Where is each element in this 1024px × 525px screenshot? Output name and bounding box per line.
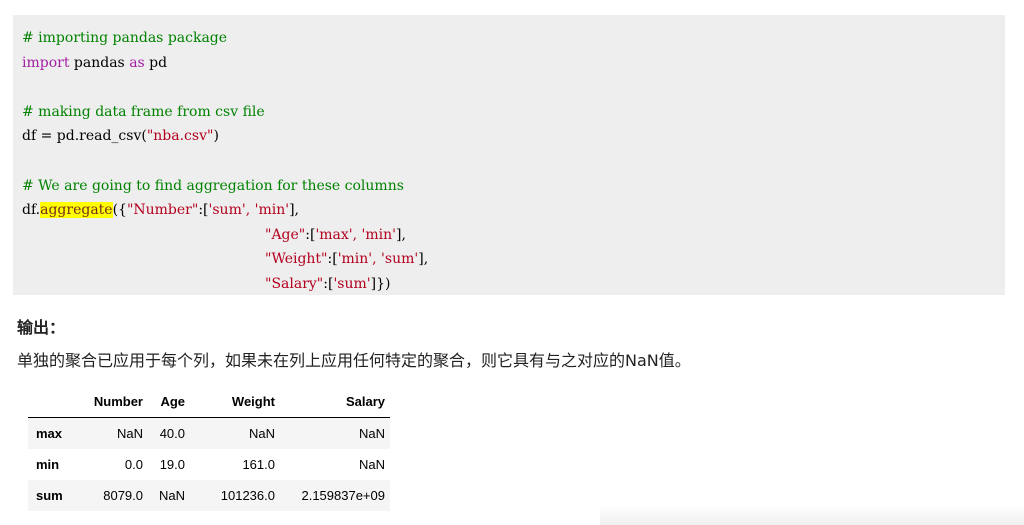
code-agg-open: ({ [112,202,127,219]
code-sep: :[ [323,275,334,292]
output-description: 单独的聚合已应用于每个列，如果未在列上应用任何特定的聚合，则它具有与之对应的Na… [17,351,691,370]
code-string: "Salary" [265,275,324,292]
row-index: max [36,426,63,441]
code-sep: :[ [305,226,316,243]
code-string: "Weight" [265,251,328,268]
code-keyword-as: as [129,54,145,71]
row-index: sum [36,488,63,503]
code-line-8: df.aggregate({"Number":['sum', 'min'], [22,198,1005,223]
code-method-highlight: aggregate [40,202,113,219]
code-string: 'max', 'min' [315,226,397,243]
table-header-weight: Weight [190,386,280,418]
code-line-11: "Salary":['sum']}) [22,272,1005,297]
cell-number: NaN [116,426,143,441]
code-read-prefix: df = pd.read_csv( [22,128,147,145]
cell-salary: 2.159837e+09 [301,488,385,503]
output-heading: 输出： [17,318,66,337]
code-comment: # making data frame from csv file [22,103,265,120]
code-line-10: "Weight":['min', 'sum'], [22,247,1005,272]
code-alias: pd [144,54,168,71]
cell-salary: NaN [358,426,385,441]
bottom-fade [600,505,1024,525]
code-end: ], [418,251,429,268]
row-index: min [36,457,60,472]
code-string: 'sum', 'min' [208,202,290,219]
code-string: "Age" [265,226,306,243]
code-comment: # We are going to find aggregation for t… [22,177,404,194]
table-header-index [28,386,83,418]
table-row: sum 8079.0 NaN 101236.0 2.159837e+09 [28,480,390,511]
code-module: pandas [69,54,130,71]
cell-age: 40.0 [159,426,185,441]
table-header-salary: Salary [280,386,390,418]
code-sep: :[ [327,251,338,268]
code-end: ], [396,226,406,243]
dataframe-table: Number Age Weight Salary max NaN 40.0 Na… [28,386,390,511]
cell-number: 0.0 [124,457,143,472]
table-header-number: Number [83,386,148,418]
code-string: "Number" [126,202,199,219]
code-string: 'min', 'sum' [337,251,419,268]
code-keyword-import: import [22,54,70,71]
code-line-1: # importing pandas package [22,26,1005,51]
table-header-age: Age [148,386,190,418]
code-end: ]}) [370,275,391,292]
cell-age: NaN [158,488,185,503]
code-line-4: # making data frame from csv file [22,100,1005,125]
cell-age: 19.0 [159,457,185,472]
code-read-suffix: ) [213,128,219,145]
table-row: max NaN 40.0 NaN NaN [28,417,390,449]
cell-weight: NaN [248,426,275,441]
code-agg-prefix: df. [22,202,41,219]
code-string: 'sum' [333,275,371,292]
table-row: min 0.0 19.0 161.0 NaN [28,449,390,480]
code-line-2: import pandas as pd [22,51,1005,76]
code-block[interactable]: # importing pandas package import pandas… [13,15,1005,295]
cell-weight: 101236.0 [220,488,275,503]
table-header-row: Number Age Weight Salary [28,386,390,418]
cell-weight: 161.0 [242,457,275,472]
cell-number: 8079.0 [103,488,143,503]
code-comment: # importing pandas package [22,30,228,46]
code-line-9: "Age":['max', 'min'], [22,223,1005,248]
code-line-7: # We are going to find aggregation for t… [22,174,1005,199]
page: # importing pandas package import pandas… [0,0,1024,525]
code-sep: :[ [198,202,209,219]
code-string: "nba.csv" [146,128,214,145]
cell-salary: NaN [358,457,385,472]
code-end: ], [289,202,299,219]
code-line-5: df = pd.read_csv("nba.csv") [22,124,1005,149]
